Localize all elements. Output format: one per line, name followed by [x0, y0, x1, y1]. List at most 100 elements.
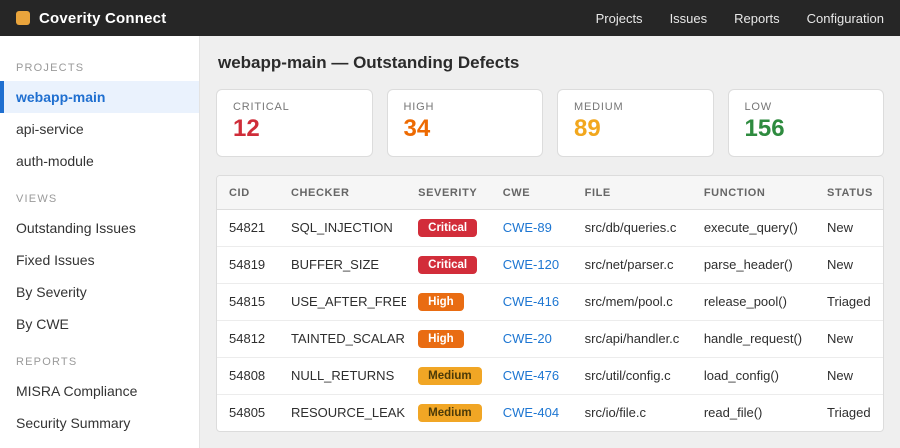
severity-badge: Medium: [418, 403, 482, 422]
table-row[interactable]: 54805 RESOURCE_LEAK Medium CWE-404 src/io/fi…: [217, 394, 883, 431]
cell-status: Triaged: [827, 405, 871, 421]
cell-file: src/db/queries.c: [572, 209, 692, 247]
stat-card-medium[interactable]: MEDIUM 89: [557, 89, 714, 157]
severity-badge: High: [418, 292, 464, 311]
topnav-item-issues[interactable]: Issues: [670, 11, 708, 26]
stat-card-critical[interactable]: CRITICAL 12: [216, 89, 373, 157]
severity-badge: Critical: [418, 218, 478, 237]
brand: Coverity Connect: [16, 10, 166, 27]
cell-cwe: CWE-89: [490, 209, 573, 247]
cwe-link-cwe-89[interactable]: CWE-89: [503, 220, 552, 235]
table-body: 54821 SQL_INJECTION Critical CWE-89 src/db/q…: [217, 209, 883, 431]
cell-cid: 54815: [217, 283, 279, 321]
sidebar-item-webapp-main[interactable]: webapp-main: [0, 81, 199, 113]
cell-file: src/mem/pool.c: [572, 283, 692, 321]
cell-status: New: [815, 357, 883, 395]
cell-status: New: [815, 320, 883, 358]
column-header-function[interactable]: FUNCTION: [691, 175, 816, 210]
cell-cwe: CWE-120: [490, 246, 573, 284]
cwe-link-cwe-416[interactable]: CWE-416: [503, 294, 559, 309]
cell-cid: 54812: [217, 320, 279, 358]
stat-card-low[interactable]: LOW 156: [727, 89, 884, 157]
cell-checker: BUFFER_SIZE: [278, 246, 407, 284]
sidebar: PROJECTS webapp-main api-service auth-modul…: [0, 36, 200, 448]
stat-value: 34: [403, 115, 431, 142]
sidebar-item-auth-module[interactable]: auth-module: [0, 145, 199, 177]
cell-cid: 54821: [217, 209, 279, 247]
table-row[interactable]: 54808 NULL_RETURNS Medium CWE-476 src/util/c…: [217, 357, 883, 395]
cwe-link-cwe-476[interactable]: CWE-476: [503, 368, 559, 383]
cell-severity: Critical: [406, 246, 491, 284]
cell-checker: SQL_INJECTION: [278, 209, 407, 247]
defects-table: CID CHECKER SEVERITY CWE FILE FUNCTION STATUS …: [217, 175, 883, 431]
top-navigation: Projects Issues Reports Configuration: [596, 11, 884, 26]
cell-checker: TAINTED_SCALAR: [278, 320, 407, 358]
sidebar-item-security-summary[interactable]: Security Summary: [0, 407, 199, 439]
stat-value: 156: [744, 115, 785, 142]
column-header-severity[interactable]: SEVERITY: [406, 175, 491, 210]
cell-checker: RESOURCE_LEAK: [290, 405, 406, 421]
cell-cid: 54808: [217, 357, 279, 395]
cell-cid: 54805: [229, 405, 266, 421]
cell-severity: Medium: [406, 357, 491, 395]
column-header-status[interactable]: STATUS: [815, 175, 883, 210]
cell-status: New: [815, 246, 883, 284]
topnav-item-configuration[interactable]: Configuration: [807, 11, 884, 26]
column-header-cid[interactable]: CID: [217, 175, 279, 210]
column-header-cwe[interactable]: CWE: [490, 175, 573, 210]
stat-card-high[interactable]: HIGH 34: [386, 89, 543, 157]
app-shell: PROJECTS webapp-main api-service auth-modul…: [0, 36, 900, 448]
table-row[interactable]: 54812 TAINTED_SCALAR High CWE-20 src/api/han…: [217, 320, 883, 358]
cwe-link-cwe-404[interactable]: CWE-404: [503, 405, 559, 420]
page-title: webapp-main — Outstanding Defects: [218, 53, 520, 72]
cell-function: parse_header(): [691, 246, 816, 284]
cell-file: src/io/file.c: [584, 405, 647, 421]
column-header-file[interactable]: FILE: [572, 175, 692, 210]
cell-cwe: CWE-404: [491, 394, 573, 431]
cell-file: src/api/handler.c: [572, 320, 692, 358]
coverity-logo-icon: [16, 11, 30, 25]
cell-severity: High: [406, 283, 491, 321]
cwe-link-cwe-20[interactable]: CWE-20: [503, 331, 552, 346]
cell-function: release_pool(): [691, 283, 816, 321]
cell-severity: Critical: [406, 209, 491, 247]
stat-label: HIGH: [403, 101, 435, 113]
cell-cwe: CWE-416: [490, 283, 573, 321]
sidebar-item-fixed-issues[interactable]: Fixed Issues: [0, 244, 199, 276]
severity-badge: Critical: [418, 255, 478, 274]
cell-status: New: [815, 209, 883, 247]
sidebar-item-by-severity[interactable]: By Severity: [0, 276, 199, 308]
main-content: webapp-main — Outstanding Defects CRITIC…: [200, 36, 900, 448]
sidebar-section-title-projects: PROJECTS: [16, 62, 85, 74]
table-row[interactable]: 54821 SQL_INJECTION Critical CWE-89 src/db/q…: [217, 209, 883, 247]
sidebar-item-by-cwe[interactable]: By CWE: [0, 308, 199, 340]
topnav-item-reports[interactable]: Reports: [734, 11, 780, 26]
table-header-row: CID CHECKER SEVERITY CWE FILE FUNCTION STATUS: [217, 175, 883, 210]
stat-value: 12: [233, 115, 260, 142]
table-row[interactable]: 54819 BUFFER_SIZE Critical CWE-120 src/net/p…: [217, 246, 883, 284]
cell-severity: Medium: [406, 394, 491, 431]
cell-severity: High: [406, 320, 491, 358]
sidebar-section-title-reports: REPORTS: [16, 356, 78, 368]
stat-label: LOW: [744, 101, 772, 113]
table-row[interactable]: 54815 USE_AFTER_FREE High CWE-416 src/mem/po…: [217, 283, 883, 321]
cell-function: handle_request(): [691, 320, 816, 358]
severity-stat-cards: CRITICAL 12 HIGH 34 MEDIUM 89 LOW 156: [216, 89, 884, 157]
cell-cwe: CWE-476: [490, 357, 573, 395]
sidebar-item-misra-compliance[interactable]: MISRA Compliance: [0, 375, 199, 407]
cwe-link-cwe-120[interactable]: CWE-120: [503, 257, 559, 272]
cell-cid: 54819: [217, 246, 279, 284]
cell-file: src/util/config.c: [572, 357, 692, 395]
topnav-item-projects[interactable]: Projects: [596, 11, 643, 26]
sidebar-section-title-views: VIEWS: [16, 193, 58, 205]
cell-checker: USE_AFTER_FREE: [278, 283, 407, 321]
cell-checker: NULL_RETURNS: [278, 357, 407, 395]
cell-function: load_config(): [691, 357, 816, 395]
column-header-checker[interactable]: CHECKER: [278, 175, 407, 210]
severity-badge: Medium: [418, 366, 482, 385]
sidebar-item-outstanding-issues[interactable]: Outstanding Issues: [0, 212, 199, 244]
brand-name: Coverity Connect: [39, 9, 167, 27]
cell-function: execute_query(): [691, 209, 816, 247]
cell-cwe: CWE-20: [490, 320, 573, 358]
sidebar-item-api-service[interactable]: api-service: [0, 113, 199, 145]
